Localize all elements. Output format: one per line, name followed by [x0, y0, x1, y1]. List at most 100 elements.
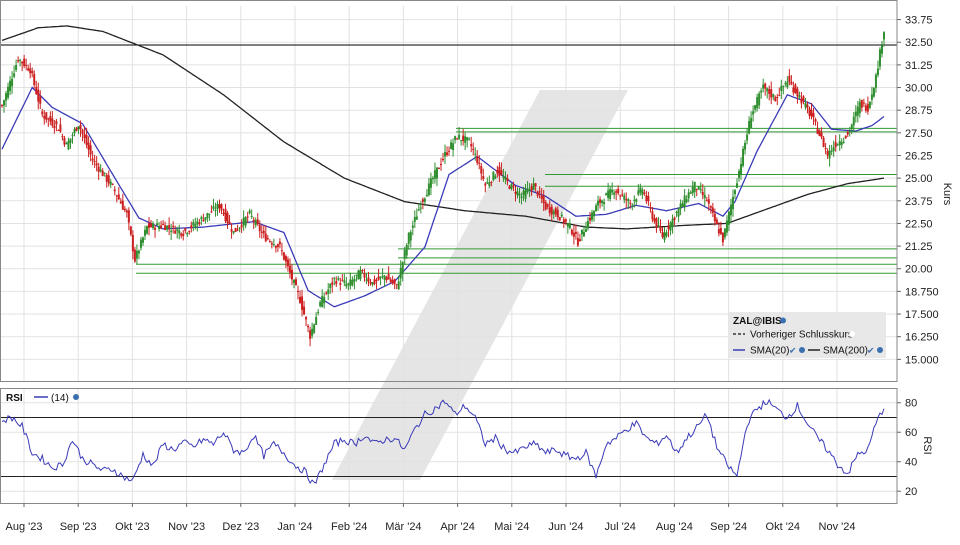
candle-body [768, 89, 771, 95]
legend-sma200: SMA(200) [823, 346, 868, 357]
candle [840, 138, 843, 149]
candle-body [93, 161, 96, 163]
candle [756, 93, 759, 112]
candle-body [91, 158, 94, 161]
candle [764, 82, 767, 96]
candle [65, 141, 68, 145]
candle [97, 162, 100, 180]
y-tick-label: 30.00 [905, 83, 933, 95]
candle [93, 154, 96, 168]
candle-body [762, 84, 765, 89]
candle-body [59, 124, 62, 132]
candle-body [357, 270, 360, 280]
candle-body [711, 207, 714, 213]
candle-body [85, 135, 88, 145]
y-tick-label: 21.25 [905, 241, 933, 253]
candle [202, 213, 205, 222]
candle [11, 71, 14, 95]
candle-body [580, 229, 583, 235]
candle [1, 104, 3, 108]
prev-close-dot-icon [849, 331, 855, 337]
candle-body [19, 59, 22, 61]
candle-body [870, 94, 873, 100]
candle [770, 81, 773, 105]
candle-body [168, 225, 171, 228]
candle-body [248, 210, 251, 214]
candle-body [462, 135, 465, 142]
candle-body [79, 124, 82, 130]
candle-body [488, 182, 491, 186]
candle [862, 98, 865, 107]
candle-body [464, 136, 467, 143]
candle-body [705, 200, 708, 202]
candle-body [458, 134, 461, 139]
candle [665, 229, 668, 238]
candle [154, 224, 157, 238]
candle [286, 256, 289, 272]
candle [174, 225, 177, 235]
candle [335, 276, 338, 288]
candle-body [746, 134, 749, 141]
x-tick-label: Feb '24 [331, 521, 367, 533]
candle-body [77, 126, 80, 130]
candle-body [425, 194, 428, 197]
candle-body [556, 209, 559, 218]
candle-body [307, 325, 310, 328]
candle-body [446, 152, 449, 155]
candle-body [375, 279, 378, 282]
candle-body [145, 226, 148, 234]
candle [607, 182, 610, 201]
candle-body [844, 135, 847, 139]
candle [121, 193, 124, 210]
candle-body [311, 328, 314, 336]
candle [655, 217, 658, 233]
candle [883, 31, 885, 47]
candle [385, 275, 388, 283]
candle [431, 175, 434, 185]
candle [669, 221, 672, 236]
candle [198, 218, 201, 226]
candle [649, 202, 652, 213]
candle [492, 170, 495, 182]
candle-body [15, 65, 18, 70]
candle [313, 323, 316, 335]
candle-body [466, 137, 469, 141]
candle-body [814, 119, 817, 122]
candle [711, 202, 714, 218]
candle-body [494, 176, 497, 179]
candle [832, 140, 835, 157]
candle-body [816, 128, 819, 134]
x-tick-label: Aug '23 [6, 521, 43, 533]
candle [224, 203, 227, 224]
candle-body [162, 224, 165, 226]
candle-body [721, 232, 724, 243]
candle-body [7, 86, 10, 98]
candle-body [103, 172, 106, 174]
candle-body [319, 301, 322, 307]
candle [760, 88, 763, 99]
y-axis-label: Kurs [941, 183, 953, 206]
candle-body [570, 229, 573, 235]
candle-body [625, 198, 628, 201]
candle-body [397, 281, 400, 290]
candle-body [820, 132, 823, 138]
candle [377, 269, 380, 281]
candle-body [476, 156, 479, 163]
candle [15, 59, 18, 73]
candle-body [593, 210, 596, 217]
candle [170, 224, 173, 241]
candle-body [550, 206, 553, 215]
candle-body [536, 191, 539, 196]
candle-body [413, 216, 416, 222]
candle-body [542, 195, 545, 204]
candle-body [804, 103, 807, 108]
candle [864, 103, 867, 113]
candle-body [129, 226, 132, 235]
candle [361, 269, 364, 274]
candle-body [635, 199, 638, 202]
candle [792, 81, 795, 96]
candle-body [683, 195, 686, 208]
candle [818, 129, 821, 137]
candle-body [552, 211, 555, 215]
candle-body [727, 211, 730, 225]
